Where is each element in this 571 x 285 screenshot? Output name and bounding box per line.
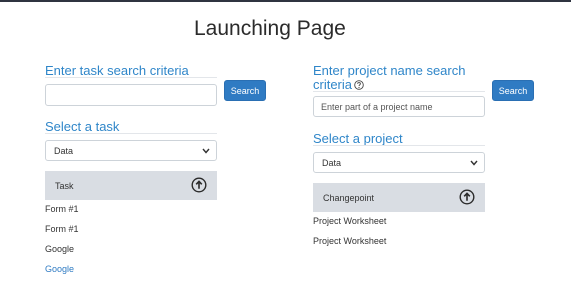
project-select-label: Select a project [313,131,403,146]
list-item[interactable]: Google [45,244,74,254]
list-item-link[interactable]: Google [45,264,74,274]
project-list-header[interactable]: Changepoint [313,183,485,212]
project-select-value: Data [322,157,342,168]
list-item[interactable]: Form #1 [45,224,79,234]
project-search-label-line2: criteria [313,77,353,92]
top-border [0,0,571,2]
task-select-value: Data [54,145,74,156]
divider [45,133,217,134]
task-search-input[interactable] [45,84,217,106]
project-search-label: Enter project name search criteria [313,64,465,93]
task-select-label: Select a task [45,119,120,134]
project-search-label-line1: Enter project name search [313,63,466,78]
page-title: Launching Page [194,17,346,40]
task-search-label: Enter task search criteria [45,63,189,78]
project-search-button[interactable]: Search [492,80,534,101]
task-select[interactable]: Data [45,140,217,161]
divider [313,145,485,146]
task-search-button[interactable]: Search [224,80,266,101]
project-search-input[interactable] [313,96,485,117]
list-item[interactable]: Project Worksheet [313,236,386,246]
arrow-up-circle-icon[interactable] [459,188,475,207]
task-list-header-label: Task [55,180,74,191]
project-list-header-label: Changepoint [323,192,375,203]
divider [313,91,485,92]
list-item[interactable]: Project Worksheet [313,216,386,226]
list-item[interactable]: Form #1 [45,204,79,214]
chevron-down-icon [470,158,478,168]
divider [45,77,217,78]
task-list-header[interactable]: Task [45,171,217,200]
project-select[interactable]: Data [313,152,485,173]
arrow-up-circle-icon[interactable] [191,176,207,195]
chevron-down-icon [202,146,210,156]
